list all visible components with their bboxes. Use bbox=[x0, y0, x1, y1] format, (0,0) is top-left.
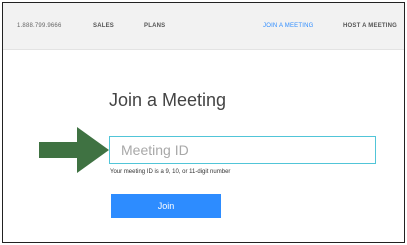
nav-join-meeting-link[interactable]: JOIN A MEETING bbox=[263, 23, 313, 29]
page-title: Join a Meeting bbox=[109, 90, 227, 110]
nav-sales-link[interactable]: SALES bbox=[93, 23, 114, 29]
meeting-id-input[interactable] bbox=[109, 136, 376, 164]
page-frame: 1.888.799.9666 SALES PLANS JOIN A MEETIN… bbox=[2, 2, 405, 243]
nav-phone-number[interactable]: 1.888.799.9666 bbox=[17, 23, 62, 29]
nav-plans-link[interactable]: PLANS bbox=[144, 23, 165, 29]
join-button[interactable]: Join bbox=[111, 194, 221, 218]
nav-host-meeting-link[interactable]: HOST A MEETING bbox=[343, 23, 397, 29]
meeting-id-helper-text: Your meeting ID is a 9, 10, or 11-digit … bbox=[110, 169, 231, 175]
arrow-right-icon bbox=[39, 127, 109, 173]
top-nav: 1.888.799.9666 SALES PLANS JOIN A MEETIN… bbox=[3, 3, 404, 50]
